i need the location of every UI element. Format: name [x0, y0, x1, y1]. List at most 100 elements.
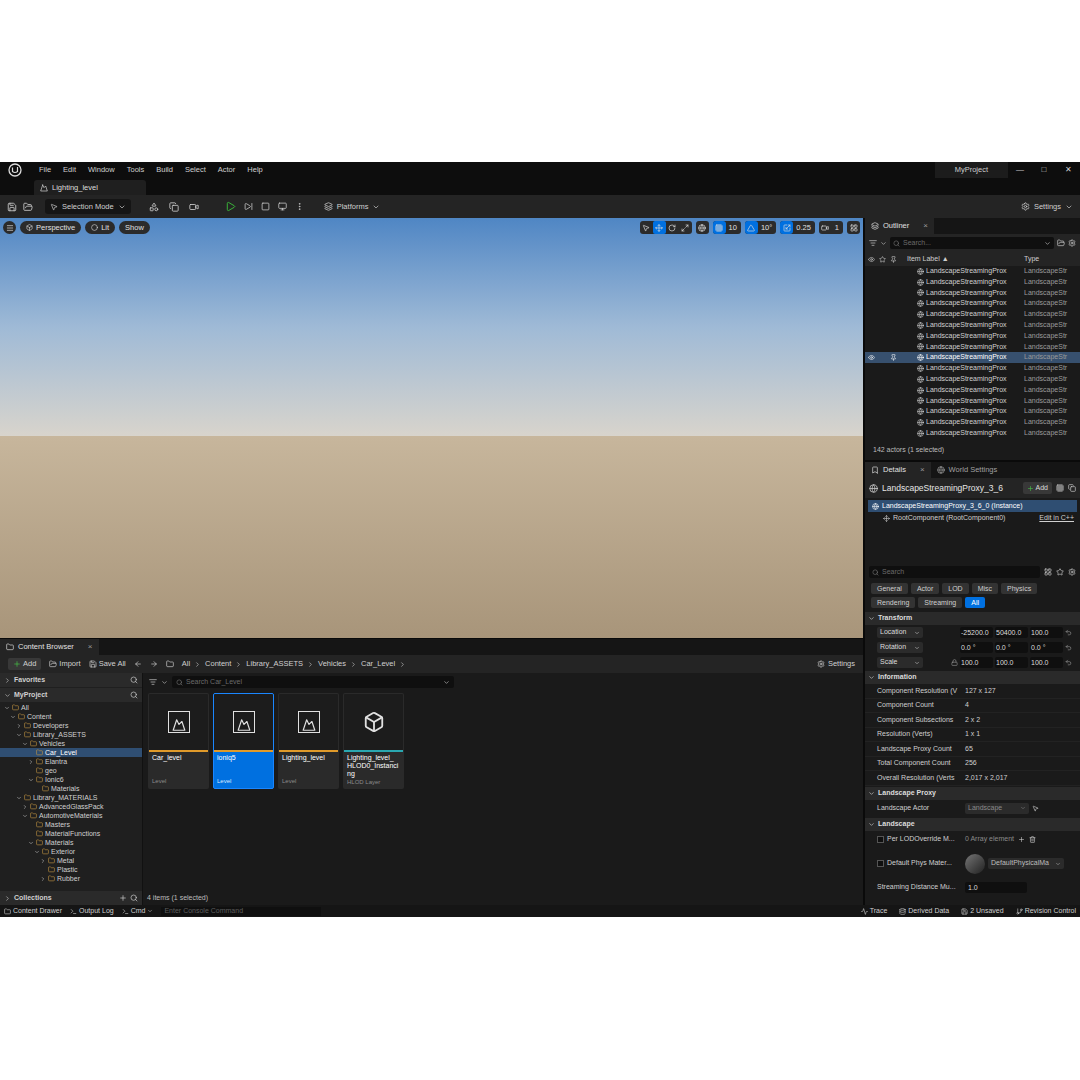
section-header[interactable]: Information: [865, 671, 1080, 684]
component-row[interactable]: LandscapeStreamingProxy_3_6_0 (Instance): [868, 500, 1077, 512]
folder-tree-item[interactable]: geo: [0, 766, 142, 775]
window-control[interactable]: —: [1008, 164, 1032, 176]
outliner-row[interactable]: LandscapeStreamingProxLandscapeStr: [865, 309, 1080, 320]
column-header[interactable]: Item Label ▲: [899, 254, 1024, 265]
level-tab[interactable]: Lighting_level: [34, 180, 146, 195]
outliner-row[interactable]: LandscapeStreamingProxLandscapeStr: [865, 277, 1080, 288]
breadcrumb[interactable]: All: [182, 658, 190, 669]
content-browser-tab[interactable]: Content Browser×: [0, 639, 99, 655]
folder-tree-item[interactable]: AutomotiveMaterials: [0, 811, 142, 820]
save-all-button[interactable]: Save All: [89, 658, 126, 669]
outliner-row[interactable]: LandscapeStreamingProxLandscapeStr: [865, 428, 1080, 439]
menu-item[interactable]: File: [33, 164, 57, 175]
breadcrumb[interactable]: Content: [205, 658, 231, 669]
snap-button[interactable]: 0.25: [780, 221, 815, 234]
outliner-row[interactable]: LandscapeStreamingProxLandscapeStr: [865, 266, 1080, 277]
collections-header[interactable]: Collections: [0, 891, 142, 905]
filter-chip[interactable]: General: [871, 583, 908, 594]
world-space-button[interactable]: [696, 221, 709, 234]
import-button[interactable]: Import: [49, 658, 80, 669]
section-header[interactable]: Transform: [865, 612, 1080, 625]
column-header[interactable]: Type: [1024, 254, 1074, 265]
viewport[interactable]: PerspectiveLitShow1010°0.251: [0, 218, 863, 638]
menu-item[interactable]: Select: [179, 164, 212, 175]
outliner-row[interactable]: LandscapeStreamingProxLandscapeStr: [865, 298, 1080, 309]
menu-item[interactable]: Help: [241, 164, 268, 175]
folder-tree-item[interactable]: Materials: [0, 784, 142, 793]
status-button[interactable]: 2 Unsaved: [957, 906, 1003, 917]
menu-item[interactable]: Window: [82, 164, 121, 175]
outliner-row[interactable]: LandscapeStreamingProxLandscapeStr: [865, 288, 1080, 299]
filter-chip[interactable]: Misc: [972, 583, 998, 594]
mode-dropdown[interactable]: Selection Mode: [45, 199, 131, 214]
status-button[interactable]: Derived Data: [895, 906, 949, 917]
filter-chip[interactable]: Physics: [1001, 583, 1037, 594]
outliner-row[interactable]: LandscapeStreamingProxLandscapeStr: [865, 406, 1080, 417]
folder-tree-item[interactable]: Elantra: [0, 757, 142, 766]
folder-tree-item[interactable]: Vehicles: [0, 739, 142, 748]
filter-chip[interactable]: LOD: [942, 583, 968, 594]
favorites-header[interactable]: Favorites: [0, 673, 142, 687]
folder-tree-item[interactable]: Content: [0, 712, 142, 721]
outliner-tab[interactable]: Outliner×: [865, 218, 934, 234]
outliner-row[interactable]: LandscapeStreamingProxLandscapeStr: [865, 385, 1080, 396]
actor-picker[interactable]: Landscape: [965, 803, 1029, 814]
section-header[interactable]: Landscape Proxy: [865, 787, 1080, 800]
status-button[interactable]: Cmd: [122, 906, 154, 917]
number-field[interactable]: 100.0: [995, 657, 1028, 668]
project-header[interactable]: MyProject: [0, 688, 142, 702]
filter-chip[interactable]: All: [965, 597, 985, 608]
asset-tile[interactable]: Car_levelLevel: [148, 693, 209, 789]
number-field[interactable]: 1.0: [965, 882, 1027, 893]
breadcrumb[interactable]: Car_Level: [361, 658, 395, 669]
number-field[interactable]: 100.0: [960, 657, 993, 668]
status-button[interactable]: Trace: [857, 906, 888, 917]
folder-tree-item[interactable]: Ionic6: [0, 775, 142, 784]
snap-button[interactable]: 10: [713, 221, 741, 234]
folder-tree-item[interactable]: Rubber: [0, 874, 142, 883]
folder-tree-item[interactable]: Materials: [0, 838, 142, 847]
viewport-button[interactable]: Lit: [85, 221, 115, 234]
platforms-button[interactable]: Platforms: [324, 201, 381, 212]
content-settings-button[interactable]: Settings: [817, 658, 855, 669]
details-tab[interactable]: Details×: [865, 462, 931, 478]
details-search-field[interactable]: Search: [869, 566, 1040, 578]
folder-tree-item[interactable]: Metal: [0, 856, 142, 865]
number-field[interactable]: 100.0: [1030, 657, 1063, 668]
settings-button[interactable]: Settings: [1021, 201, 1073, 212]
window-control[interactable]: □: [1032, 164, 1056, 176]
folder-tree-item[interactable]: Exterior: [0, 847, 142, 856]
checkbox[interactable]: [877, 836, 884, 843]
folder-tree-item[interactable]: Masters: [0, 820, 142, 829]
outliner-row[interactable]: LandscapeStreamingProxLandscapeStr: [865, 331, 1080, 342]
close-button[interactable]: ×: [913, 220, 928, 232]
asset-tile[interactable]: Lighting_level_ HLOD0_InstancingHLOD Lay…: [343, 693, 404, 789]
status-button[interactable]: Output Log: [70, 906, 114, 917]
filter-chip[interactable]: Rendering: [871, 597, 915, 608]
folder-tree-item[interactable]: Developers: [0, 721, 142, 730]
outliner-row[interactable]: LandscapeStreamingProxLandscapeStr: [865, 342, 1080, 353]
folder-tree-item[interactable]: Car_Level: [0, 748, 142, 757]
asset-search-field[interactable]: Search Car_Level: [172, 676, 454, 688]
menu-item[interactable]: Tools: [121, 164, 151, 175]
checkbox[interactable]: [877, 860, 884, 867]
transform-tool[interactable]: [653, 221, 666, 234]
asset-picker[interactable]: DefaultPhysicalMa: [988, 858, 1064, 869]
outliner-row[interactable]: LandscapeStreamingProxLandscapeStr: [865, 396, 1080, 407]
close-button[interactable]: ×: [78, 641, 93, 653]
add-button[interactable]: Add: [8, 658, 41, 670]
transform-mode-dropdown[interactable]: Rotation: [877, 642, 923, 653]
number-field[interactable]: 0.0 °: [960, 642, 993, 653]
viewport-button[interactable]: Show: [119, 221, 150, 234]
menu-item[interactable]: Build: [150, 164, 179, 175]
transform-tool[interactable]: [679, 221, 692, 234]
viewport-button[interactable]: Perspective: [20, 221, 81, 234]
window-control[interactable]: ✕: [1056, 164, 1080, 176]
folder-tree-item[interactable]: Library_MATERIALS: [0, 793, 142, 802]
outliner-row[interactable]: LandscapeStreamingProxLandscapeStr: [865, 352, 1080, 363]
outliner-row[interactable]: LandscapeStreamingProxLandscapeStr: [865, 374, 1080, 385]
outliner-row[interactable]: LandscapeStreamingProxLandscapeStr: [865, 320, 1080, 331]
layout-button[interactable]: [847, 221, 860, 234]
add-component-button[interactable]: Add: [1023, 482, 1052, 494]
viewport-menu-button[interactable]: [3, 221, 16, 234]
